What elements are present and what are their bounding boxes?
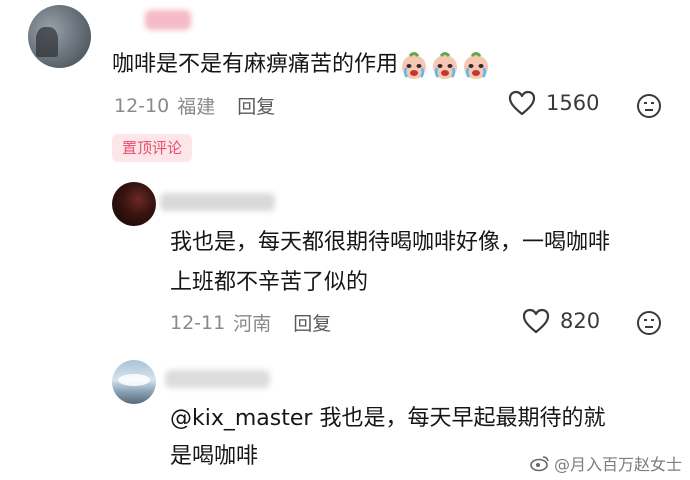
reply-text-line: 我也是，每天都很期待喝咖啡好像，一喝咖啡 bbox=[170, 230, 611, 255]
crying-face-icon bbox=[433, 52, 458, 79]
comment-date: 12-10 bbox=[114, 94, 170, 117]
watermark-text: @月入百万赵女士 bbox=[553, 455, 682, 474]
comment-meta: 12-10 福建 回复 bbox=[114, 92, 275, 119]
like-button[interactable]: 820 bbox=[522, 308, 600, 334]
reply-text-line: @kix_master 我也是，每天早起最期待的就 bbox=[170, 406, 606, 431]
dislike-face-icon[interactable] bbox=[636, 93, 662, 119]
like-count: 820 bbox=[560, 309, 601, 333]
username-blurred[interactable] bbox=[145, 10, 191, 30]
comment-body: 咖啡是不是有麻痹痛苦的作用 bbox=[112, 52, 399, 77]
like-button[interactable]: 1560 bbox=[508, 90, 599, 116]
avatar[interactable] bbox=[112, 360, 156, 404]
comment-text: 咖啡是不是有麻痹痛苦的作用 bbox=[112, 48, 491, 82]
reply-button[interactable]: 回复 bbox=[237, 92, 275, 119]
avatar[interactable] bbox=[112, 182, 156, 226]
crying-face-icon bbox=[464, 52, 489, 79]
reply-text-line: 是喝咖啡 bbox=[170, 444, 259, 469]
weibo-logo-icon bbox=[530, 456, 549, 472]
crying-face-icon bbox=[402, 52, 427, 79]
reply-text-line: 上班都不辛苦了似的 bbox=[170, 270, 369, 295]
reply-location: 河南 bbox=[233, 313, 272, 335]
heart-icon bbox=[522, 308, 550, 334]
avatar[interactable] bbox=[28, 5, 91, 68]
reply-button[interactable]: 回复 bbox=[293, 309, 331, 336]
reply-date: 12-11 bbox=[170, 311, 226, 334]
heart-icon bbox=[508, 90, 536, 116]
watermark: @月入百万赵女士 bbox=[530, 451, 682, 475]
comment-location: 福建 bbox=[177, 96, 216, 118]
dislike-face-icon[interactable] bbox=[636, 310, 662, 336]
username-blurred[interactable] bbox=[165, 370, 270, 388]
reply-meta: 12-11 河南 回复 bbox=[170, 309, 331, 336]
pinned-badge: 置顶评论 bbox=[112, 134, 193, 162]
like-count: 1560 bbox=[546, 91, 600, 115]
username-blurred[interactable] bbox=[160, 193, 275, 211]
